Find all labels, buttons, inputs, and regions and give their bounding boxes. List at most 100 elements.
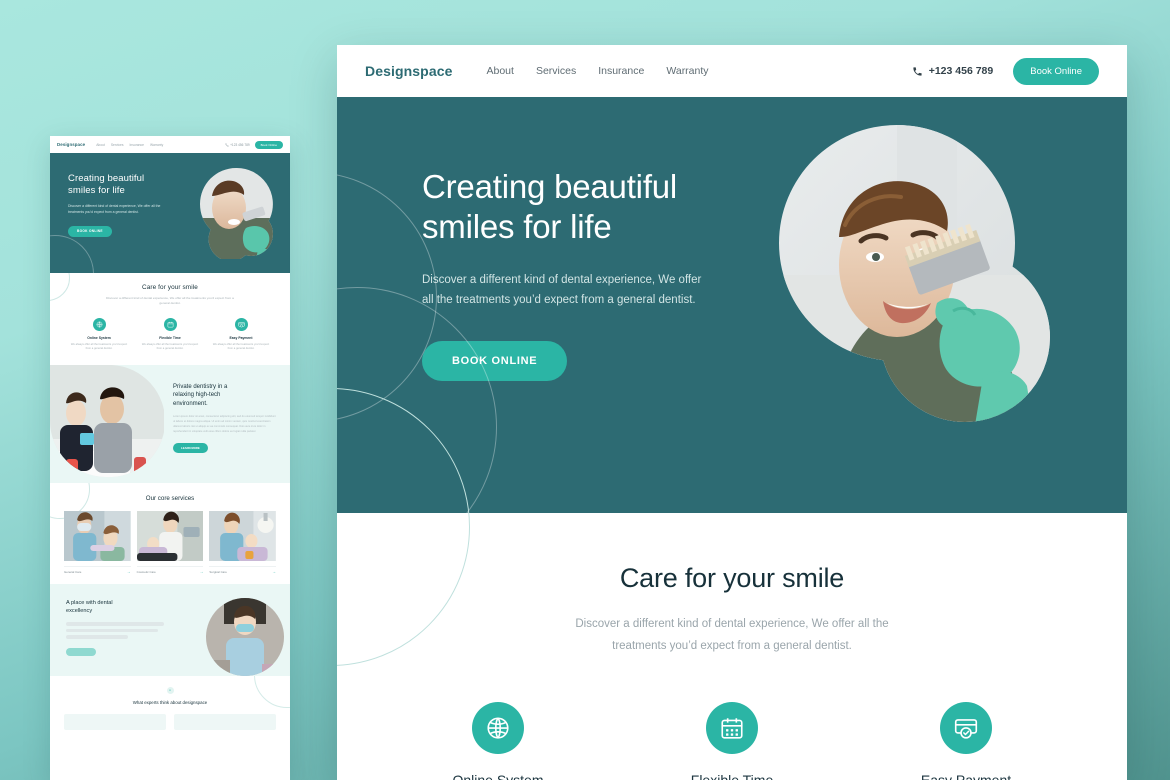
thumbnail-learn-more-button[interactable]: LEARN MORE	[173, 443, 208, 454]
quote-icon: “	[166, 687, 174, 695]
thumbnail-care-deco-circle	[50, 273, 70, 301]
thumbnail-hero: Creating beautiful smiles for life Disco…	[50, 153, 290, 273]
care-subtitle-line2: treatments you’d expect from a general d…	[612, 639, 852, 652]
hero-section: Creating beautiful smiles for life Disco…	[337, 97, 1127, 513]
thumbnail-care-section: Care for your smile Discover a different…	[50, 273, 290, 365]
thumbnail-preview[interactable]: Designspace About Services Insurance War…	[50, 136, 290, 780]
thumbnail-core-card-label: General Care	[64, 570, 82, 575]
thumbnail-feature-title: Flexible Time	[159, 335, 181, 340]
feature-title: Online System	[452, 771, 544, 780]
thumbnail-header: Designspace About Services Insurance War…	[50, 136, 290, 153]
thumbnail-logo[interactable]: Designspace	[57, 142, 85, 147]
hero-lead-line2: all the treatments you’d expect from a g…	[422, 294, 696, 307]
calendar-icon	[706, 701, 758, 754]
globe-icon	[92, 317, 106, 331]
header-phone-label: +123 456 789	[928, 65, 994, 77]
hero-lead-line1: Discover a different kind of dental expe…	[422, 273, 702, 286]
hero-lead: Discover a different kind of dental expe…	[422, 270, 712, 311]
thumbnail-phone-label: +123 456 789	[230, 142, 250, 147]
feature-title: Easy Payment	[920, 771, 1012, 780]
thumbnail-hero-lead: Discover a different kind of dental expe…	[68, 204, 163, 215]
thumbnail-nav: About Services Insurance Warranty	[96, 143, 163, 147]
thumbnail-hero-title-line1: Creating beautiful	[68, 173, 145, 184]
thumbnail-phone[interactable]: +123 456 789	[225, 143, 250, 147]
thumbnail-feature-desc: We always offer all the treatments you’d…	[70, 342, 128, 351]
thumbnail-core-card-row: General Care →	[64, 565, 131, 575]
thumbnail-nav-about[interactable]: About	[96, 143, 105, 147]
main-nav: About Services Insurance Warranty	[486, 65, 708, 77]
nav-item-warranty[interactable]: Warranty	[666, 65, 708, 77]
thumbnail-feature-item: Flexible Time We always offer all the tr…	[139, 317, 201, 352]
globe-icon	[472, 701, 524, 754]
thumbnail-care-subtitle: Discover a different kind of dental expe…	[105, 296, 235, 307]
site-header: Designspace About Services Insurance War…	[337, 45, 1127, 97]
feature-item-flexible-time: Flexible Time We always offer all the tr…	[615, 701, 849, 780]
thumbnail-hero-lead-line1: Discover a different kind of dental expe…	[68, 204, 151, 209]
thumbnail-testimonial-card-list	[64, 714, 276, 731]
care-title: Care for your smile	[619, 563, 845, 593]
thumbnail-excellency-title: A place with dental excellency	[66, 600, 113, 615]
thumbnail-testimonials-title: What experts think about designspace	[132, 700, 208, 706]
thumbnail-excellency-text-placeholder	[66, 622, 164, 639]
hero-title-line1: Creating beautiful	[422, 168, 678, 205]
thumbnail-excellency-image	[206, 598, 284, 677]
hero-title-line2: smiles for life	[422, 208, 612, 246]
thumbnail-core-card-label: Surgical Care	[209, 570, 227, 575]
thumbnail-excellency-button-placeholder[interactable]	[66, 647, 96, 656]
thumbnail-core-card-label: Cosmetic Care	[136, 570, 156, 575]
header-phone[interactable]: +123 456 789	[912, 65, 994, 77]
thumbnail-nav-insurance[interactable]: Insurance	[129, 143, 143, 147]
thumbnail-feature-list: Online System We always offer all the tr…	[64, 317, 276, 352]
thumbnail-testimonial-card[interactable]	[64, 714, 166, 731]
thumbnail-core-card[interactable]: General Care →	[64, 510, 131, 575]
thumbnail-header-right: +123 456 789 Book Online	[225, 140, 283, 149]
hero-title: Creating beautiful smiles for life	[422, 167, 752, 248]
nav-item-services[interactable]: Services	[536, 65, 576, 77]
credit-card-check-icon	[234, 317, 248, 331]
thumbnail-core-card-list: General Care → Cosmetic Care → Surgical …	[64, 510, 277, 575]
thumbnail-testimonial-card[interactable]	[174, 714, 276, 731]
thumbnail-core-card-row: Surgical Care →	[209, 565, 277, 575]
hero-deco-circle-large	[337, 287, 497, 513]
site-logo[interactable]: Designspace	[365, 63, 452, 79]
thumbnail-core-card[interactable]: Surgical Care →	[209, 510, 277, 575]
hero-image	[777, 125, 1067, 425]
header-right-group: +123 456 789 Book Online	[912, 57, 1099, 85]
thumbnail-core-card-image	[64, 510, 131, 561]
thumbnail-deco-circle	[50, 235, 94, 273]
credit-card-check-icon	[940, 701, 992, 754]
thumbnail-nav-services[interactable]: Services	[111, 143, 124, 147]
thumbnail-private-body: Lorem ipsum dolor sit amet, consectetur …	[173, 415, 276, 433]
thumbnail-core-card-image	[209, 510, 277, 561]
thumbnail-testimonials-section: “ What experts think about designspace	[50, 676, 290, 742]
care-subtitle-line1: Discover a different kind of dental expe…	[575, 618, 889, 630]
thumbnail-nav-warranty[interactable]: Warranty	[150, 143, 163, 147]
thumbnail-core-card-image	[136, 510, 204, 561]
main-preview-panel: Designspace About Services Insurance War…	[337, 45, 1127, 780]
thumbnail-private-text: Private dentistry in a relaxing high-tec…	[164, 365, 290, 483]
thumbnail-care-title: Care for your smile	[142, 284, 198, 291]
thumbnail-book-online-button[interactable]: Book Online	[254, 140, 283, 149]
phone-icon	[225, 143, 229, 146]
thumbnail-core-card[interactable]: Cosmetic Care →	[136, 510, 204, 575]
book-online-button[interactable]: Book Online	[1013, 57, 1099, 85]
arrow-right-icon[interactable]: →	[127, 570, 131, 574]
thumbnail-feature-title: Online System	[87, 335, 111, 340]
thumbnail-feature-item: Online System We always offer all the tr…	[68, 317, 130, 352]
thumbnail-core-card-row: Cosmetic Care →	[136, 565, 204, 575]
thumbnail-feature-item: Easy Payment We always offer all the tre…	[210, 317, 272, 352]
thumbnail-hero-cta[interactable]: BOOK ONLINE	[68, 225, 112, 237]
arrow-right-icon[interactable]: →	[199, 570, 203, 574]
thumbnail-feature-title: Easy Payment	[229, 335, 253, 340]
thumbnail-private-image	[50, 364, 164, 483]
phone-icon	[913, 66, 922, 76]
thumbnail-core-services-section: Our core services General Care → Cosmeti…	[50, 482, 290, 585]
care-subtitle: Discover a different kind of dental expe…	[567, 614, 897, 658]
nav-item-about[interactable]: About	[486, 65, 513, 77]
nav-item-insurance[interactable]: Insurance	[598, 65, 644, 77]
thumbnail-private-section: Private dentistry in a relaxing high-tec…	[50, 364, 290, 483]
feature-list: Online System We always offer all the tr…	[337, 701, 1127, 780]
arrow-right-icon[interactable]: →	[272, 570, 276, 574]
thumbnail-excellency-section: A place with dental excellency	[50, 584, 290, 677]
care-section: Care for your smile Discover a different…	[337, 388, 1127, 780]
